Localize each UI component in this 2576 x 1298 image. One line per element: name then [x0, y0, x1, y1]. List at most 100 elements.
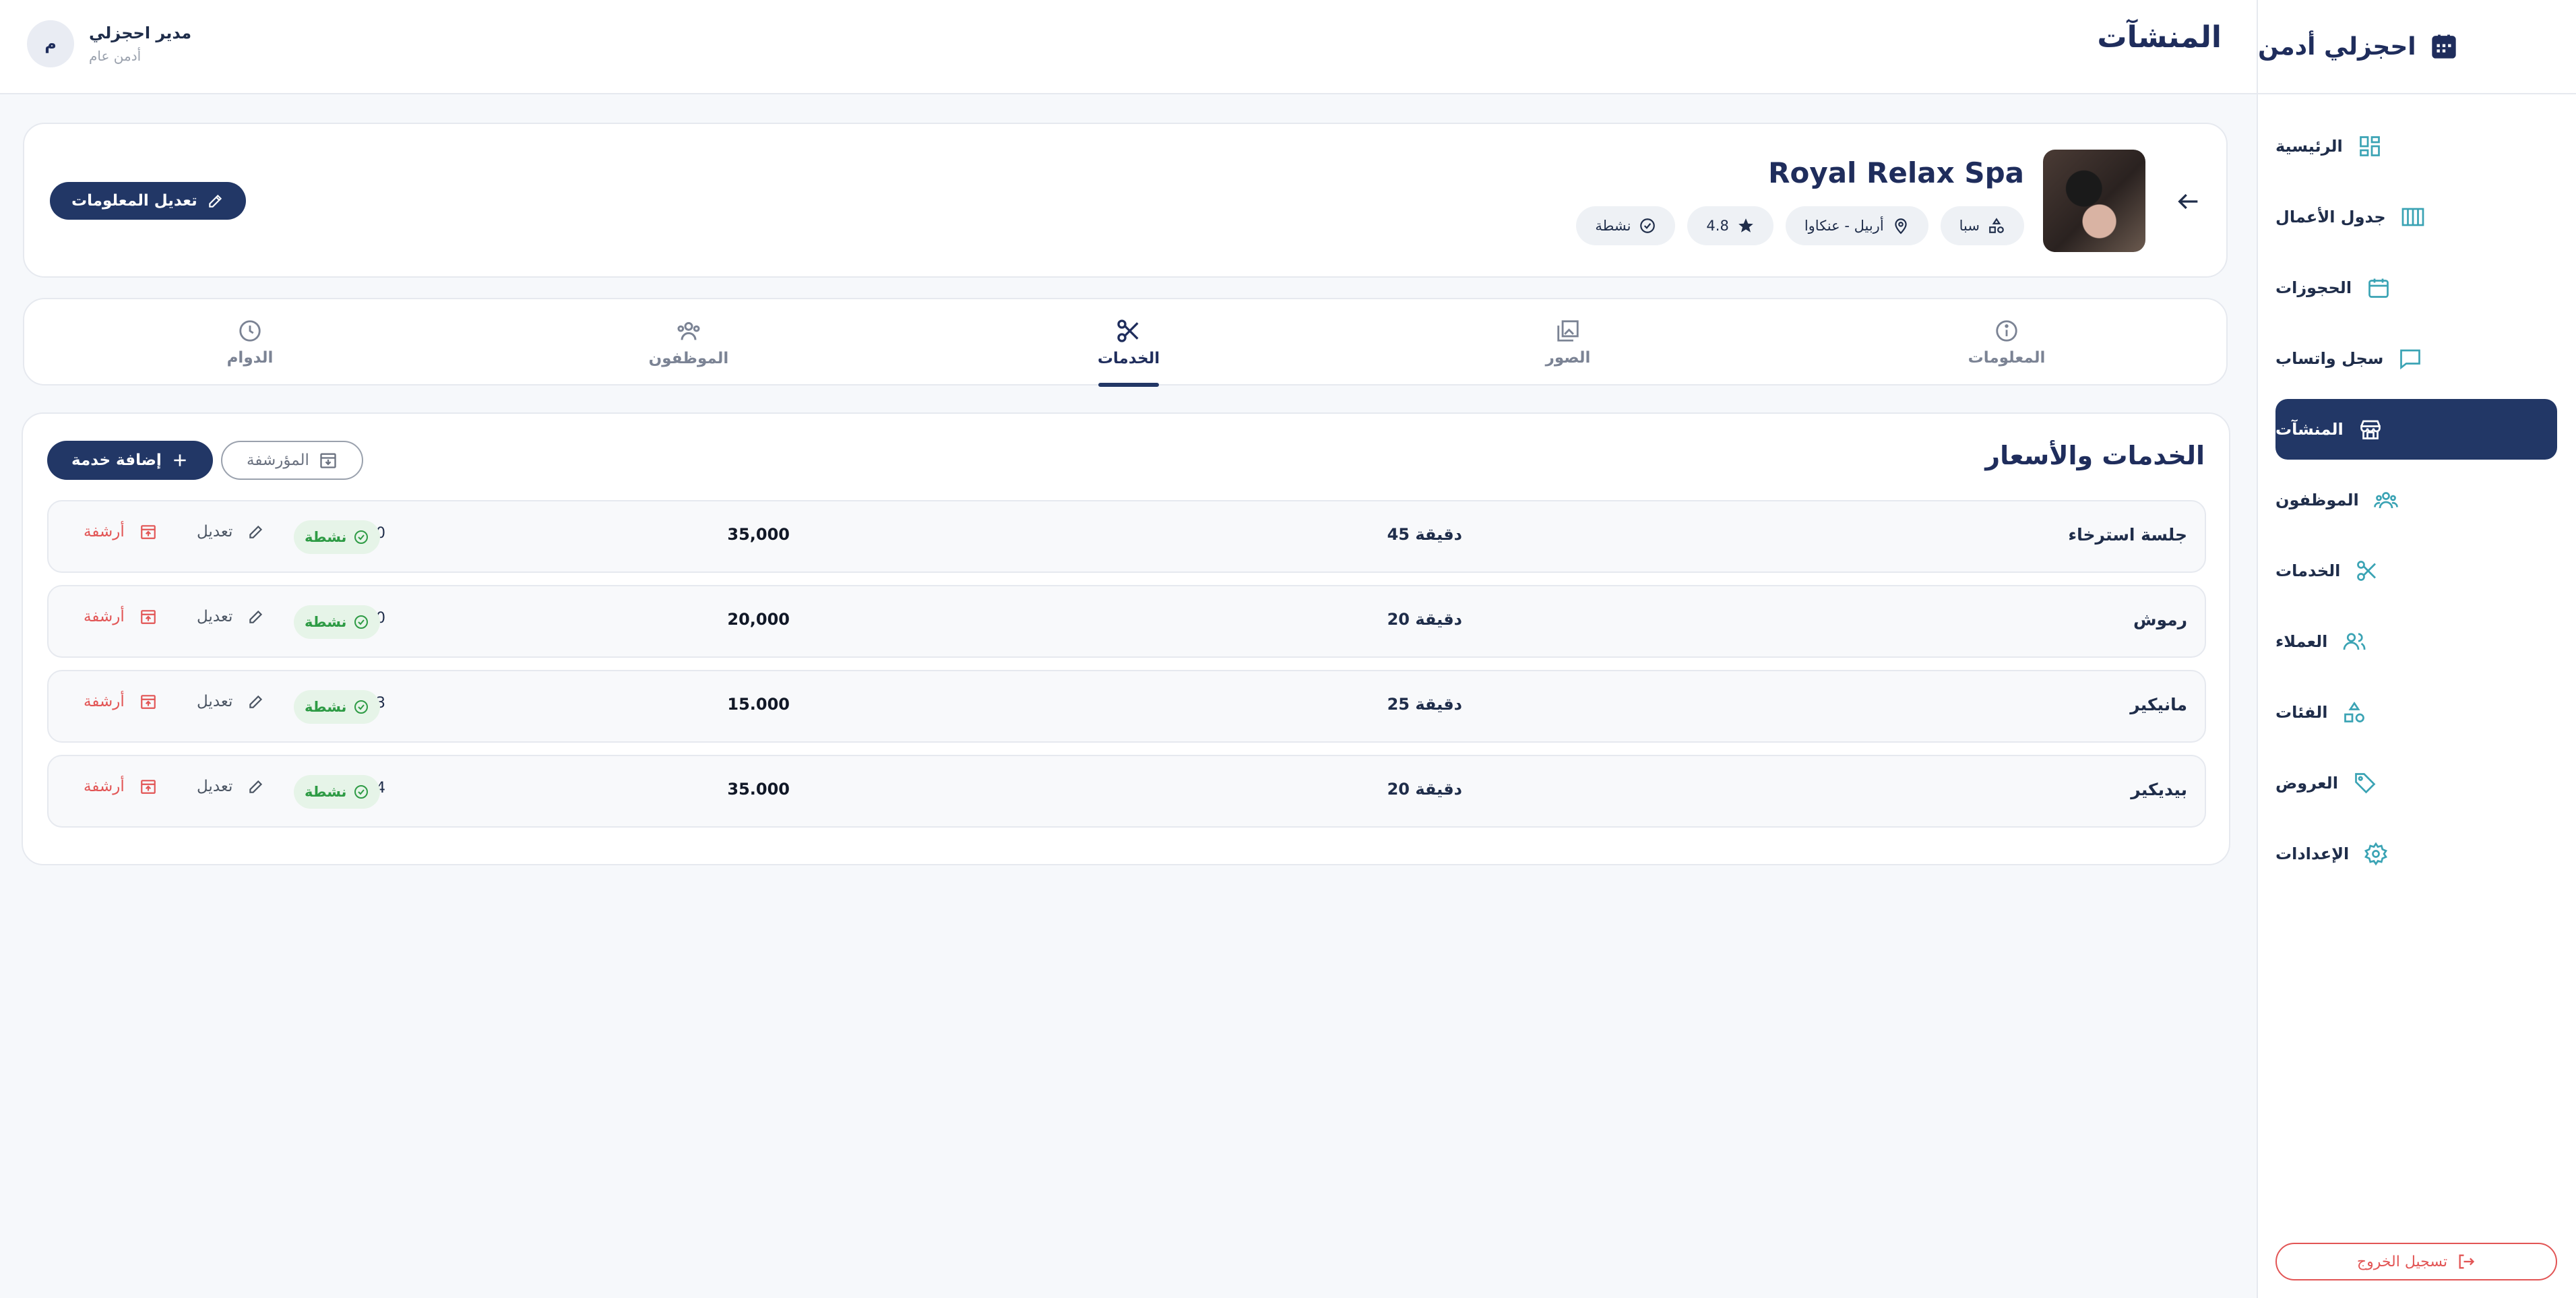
- sidebar-item-label: الخدمات: [2275, 561, 2341, 580]
- archive-label: أرشفة: [84, 693, 125, 710]
- sidebar-item-settings[interactable]: الإعدادات: [2275, 824, 2557, 884]
- archive-service-button[interactable]: أرشفة: [84, 693, 157, 710]
- facility-photo: [2043, 150, 2145, 252]
- add-service-button[interactable]: إضافة خدمة: [47, 441, 213, 480]
- avatar: م: [27, 20, 74, 67]
- edit-info-button[interactable]: تعديل المعلومات: [50, 182, 246, 220]
- archive-service-button[interactable]: أرشفة: [84, 608, 157, 625]
- service-duration: 20 دقيقة: [1387, 610, 1462, 629]
- page-title: المنشآت: [2097, 20, 2222, 55]
- back-arrow-icon[interactable]: [2175, 188, 2202, 215]
- pencil-icon: [247, 608, 265, 625]
- location-pin-icon: [1892, 217, 1910, 235]
- service-row: رموش 20 دقيقة 20,000 0 نشطة تعديل أرشفة: [47, 585, 2206, 658]
- scissors-icon: [2355, 559, 2379, 583]
- services-title: الخدمات والأسعار: [1985, 441, 2205, 470]
- sidebar-item-label: جدول الأعمال: [2275, 208, 2386, 226]
- sidebar-item-label: الفئات: [2275, 703, 2328, 722]
- pencil-icon: [247, 693, 265, 710]
- tab-label: الصور: [1545, 349, 1591, 367]
- service-row: جلسة استرخاء 45 دقيقة 35,000 0 نشطة تعدي…: [47, 500, 2206, 573]
- user-menu[interactable]: م مدير احجزلي أدمن عام: [27, 20, 191, 67]
- sidebar-item-whatsapp-log[interactable]: سجل واتساب: [2275, 328, 2557, 389]
- sidebar-item-offers[interactable]: العروض: [2275, 753, 2557, 813]
- tab-label: المعلومات: [1968, 349, 2046, 367]
- tab-label: الموظفون: [648, 350, 729, 367]
- tab-staff[interactable]: الموظفون: [594, 299, 783, 385]
- sidebar-item-label: الحجوزات: [2275, 278, 2352, 297]
- check-circle-icon: [353, 529, 369, 545]
- edit-service-button[interactable]: تعديل: [197, 608, 265, 625]
- status-label: نشطة: [305, 699, 347, 715]
- dashboard-icon: [2358, 134, 2382, 158]
- category-chip: سبا: [1940, 206, 2024, 245]
- location-label: أربيل - عنكاوا: [1804, 218, 1884, 234]
- service-name: مانيكير: [2130, 695, 2187, 714]
- archived-label: المؤرشفة: [247, 452, 309, 469]
- sidebar-item-label: العملاء: [2275, 632, 2328, 651]
- pencil-icon: [247, 523, 265, 540]
- rating-value: 4.8: [1706, 218, 1729, 234]
- status-label: نشطة: [305, 529, 347, 545]
- sidebar-item-services[interactable]: الخدمات: [2275, 540, 2557, 601]
- clock-icon: [237, 318, 263, 344]
- archive-icon: [139, 693, 157, 710]
- sidebar: احجزلي أدمن الرئيسية جدول الأعمال الحجوز…: [2257, 0, 2576, 1298]
- sidebar-item-customers[interactable]: العملاء: [2275, 611, 2557, 672]
- tab-label: الدوام: [226, 349, 274, 367]
- check-circle-icon: [353, 699, 369, 715]
- archive-service-button[interactable]: أرشفة: [84, 778, 157, 795]
- service-name: بيديكير: [2131, 780, 2187, 799]
- sidebar-nav: الرئيسية جدول الأعمال الحجوزات سجل واتسا…: [2258, 116, 2576, 884]
- edit-service-button[interactable]: تعديل: [197, 523, 265, 540]
- service-price: 35.000: [727, 780, 790, 799]
- sidebar-item-employees[interactable]: الموظفون: [2275, 470, 2557, 530]
- status-badge: نشطة: [294, 775, 381, 809]
- check-circle-icon: [353, 614, 369, 630]
- edit-label: تعديل: [197, 693, 233, 710]
- tab-images[interactable]: الصور: [1474, 299, 1662, 385]
- categories-icon: [1988, 217, 2005, 235]
- sidebar-item-bookings[interactable]: الحجوزات: [2275, 257, 2557, 318]
- chat-icon: [2398, 346, 2422, 371]
- service-price: 35,000: [727, 525, 790, 544]
- archived-button[interactable]: المؤرشفة: [221, 441, 363, 480]
- scissors-icon: [1115, 317, 1142, 344]
- service-name: رموش: [2133, 610, 2187, 629]
- sidebar-item-facilities[interactable]: المنشآت: [2275, 399, 2557, 460]
- archive-service-button[interactable]: أرشفة: [84, 523, 157, 540]
- edit-service-button[interactable]: تعديل: [197, 778, 265, 795]
- status-badge: نشطة: [294, 605, 381, 639]
- users-icon: [2373, 488, 2398, 512]
- tab-info[interactable]: المعلومات: [1912, 299, 2101, 385]
- pencil-icon: [207, 192, 224, 210]
- archive-label: أرشفة: [84, 523, 125, 540]
- user-name: مدير احجزلي: [89, 24, 192, 42]
- archive-label: أرشفة: [84, 608, 125, 625]
- calendar-logo-icon: [2430, 32, 2458, 61]
- sidebar-item-categories[interactable]: الفئات: [2275, 682, 2557, 743]
- archive-box-icon: [319, 451, 338, 470]
- tab-services[interactable]: الخدمات: [1034, 299, 1223, 387]
- edit-service-button[interactable]: تعديل: [197, 693, 265, 710]
- sidebar-item-home[interactable]: الرئيسية: [2275, 116, 2557, 177]
- calendar-icon: [2366, 276, 2391, 300]
- logout-button[interactable]: تسجيل الخروج: [2275, 1243, 2557, 1280]
- brand[interactable]: احجزلي أدمن: [2258, 0, 2576, 94]
- service-row: بيديكير 20 دقيقة 35.000 4 نشطة تعديل أرش…: [47, 755, 2206, 828]
- categories-icon: [2342, 700, 2366, 724]
- check-circle-icon: [353, 784, 369, 800]
- gear-icon: [2364, 842, 2388, 866]
- service-duration: 45 دقيقة: [1387, 525, 1462, 544]
- tab-hours[interactable]: الدوام: [156, 299, 344, 385]
- edit-label: تعديل: [197, 608, 233, 625]
- add-service-label: إضافة خدمة: [71, 452, 162, 469]
- check-circle-icon: [1639, 217, 1656, 235]
- services-card: الخدمات والأسعار المؤرشفة إضافة خدمة جلس…: [22, 412, 2230, 865]
- user-role: أدمن عام: [89, 48, 142, 64]
- sidebar-item-schedule[interactable]: جدول الأعمال: [2275, 187, 2557, 247]
- tab-label: الخدمات: [1097, 350, 1160, 367]
- active-tab-indicator: [1098, 383, 1159, 387]
- pencil-icon: [247, 778, 265, 795]
- edit-label: تعديل: [197, 523, 233, 540]
